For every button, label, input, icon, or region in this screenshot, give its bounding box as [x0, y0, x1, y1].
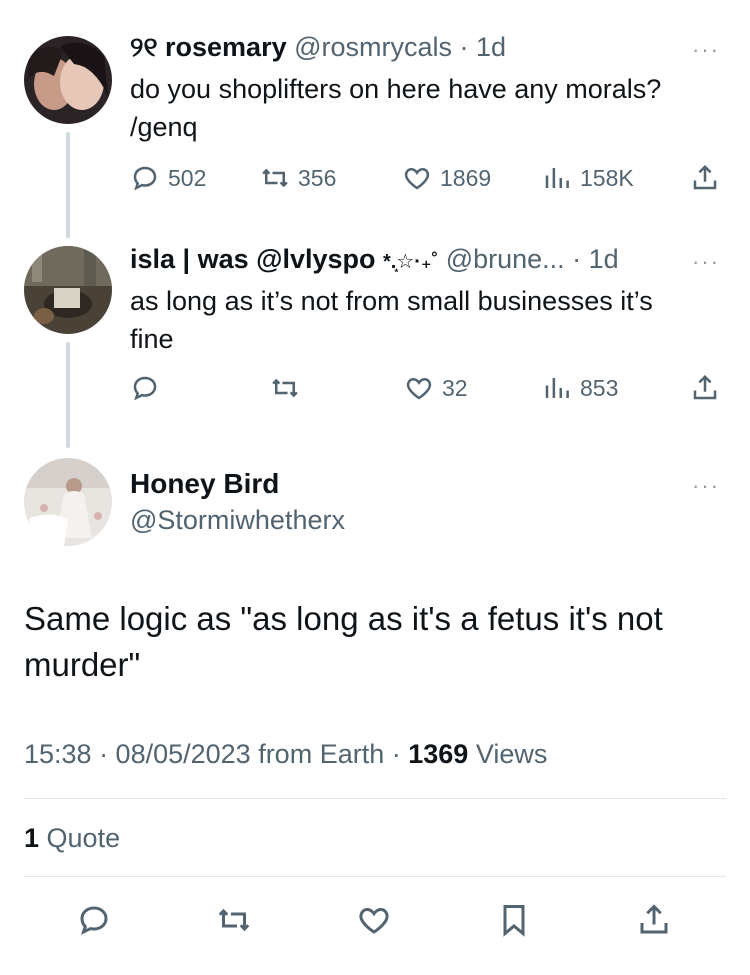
share-button[interactable]: [690, 368, 720, 408]
timestamp[interactable]: · 1d: [460, 32, 507, 62]
quotes-label: Quote: [39, 823, 121, 853]
views-count: 158K: [580, 164, 634, 191]
like-button[interactable]: 1869: [402, 158, 491, 198]
retweet-icon: [272, 378, 298, 398]
share-icon: [640, 904, 668, 934]
share-icon: [693, 164, 717, 190]
divider: [24, 876, 726, 877]
tweet-header: ୨୧ rosemary @rosmrycals · 1d: [130, 30, 506, 64]
more-icon[interactable]: ···: [692, 475, 720, 497]
tweet-text: Same logic as "as long as it's a fetus i…: [24, 600, 663, 683]
tweet-actions: 32 853: [130, 368, 730, 408]
tweet-actions: [0, 896, 750, 944]
share-button[interactable]: [690, 158, 720, 198]
reply-button[interactable]: [76, 896, 112, 944]
retweet-button[interactable]: [216, 896, 252, 944]
display-name[interactable]: isla | was @lvlyspo: [130, 244, 376, 274]
tweet-actions: 502 356 1869 158K: [130, 158, 730, 198]
bookmark-button[interactable]: [496, 896, 532, 944]
like-icon: [406, 377, 432, 400]
like-icon: [404, 167, 430, 190]
more-icon[interactable]: ···: [692, 39, 720, 61]
thread-line: [66, 132, 70, 238]
views-button[interactable]: 853: [542, 368, 618, 408]
name-decoration: *.͙☆·₊˚: [383, 251, 439, 273]
user-handle[interactable]: @Stormiwhetherx: [130, 502, 345, 538]
views-count: 853: [580, 374, 619, 401]
views-icon: [545, 168, 569, 188]
reply-button[interactable]: [130, 368, 168, 408]
like-count: 1869: [440, 164, 492, 191]
thread-line: [66, 342, 70, 448]
tweet-header: isla | was @lvlyspo *.͙☆·₊˚ @brune... · …: [130, 242, 619, 279]
retweet-icon: [218, 908, 250, 932]
retweet-count: 356: [298, 164, 337, 191]
user-handle[interactable]: @rosmrycals: [294, 32, 452, 62]
like-icon: [359, 907, 389, 934]
avatar[interactable]: [24, 246, 112, 334]
user-handle[interactable]: @brune...: [446, 244, 565, 274]
quotes-link[interactable]: 1 Quote: [24, 820, 120, 856]
like-count: 32: [442, 374, 468, 401]
retweet-button[interactable]: 356: [260, 158, 336, 198]
views-icon: [545, 378, 569, 398]
reply-icon: [133, 166, 157, 191]
reply-icon: [80, 906, 108, 935]
tweet-text: as long as it’s not from small businesse…: [130, 286, 653, 354]
views-count: 1369: [408, 739, 469, 769]
timestamp[interactable]: 15:38 · 08/05/2023 from Earth ·: [24, 739, 408, 769]
views-label: Views: [468, 739, 548, 769]
reply-icon: [133, 376, 157, 401]
display-name[interactable]: ୨୧ rosemary: [130, 32, 287, 62]
like-button[interactable]: [356, 896, 392, 944]
tweet-meta: 15:38 · 08/05/2023 from Earth · 1369 Vie…: [24, 736, 547, 772]
display-name[interactable]: Honey Bird: [130, 466, 279, 502]
like-button[interactable]: 32: [404, 368, 468, 408]
retweet-button[interactable]: [270, 368, 308, 408]
avatar[interactable]: [24, 36, 112, 124]
avatar[interactable]: [24, 458, 112, 546]
timestamp[interactable]: · 1d: [572, 244, 619, 274]
tweet-text: do you shoplifters on here have any mora…: [130, 74, 662, 142]
reply-count: 502: [168, 164, 207, 191]
retweet-icon: [262, 168, 288, 188]
reply-button[interactable]: 502: [130, 158, 206, 198]
views-button[interactable]: 158K: [542, 158, 634, 198]
divider: [24, 798, 726, 799]
share-icon: [693, 374, 717, 400]
more-icon[interactable]: ···: [692, 251, 720, 273]
share-button[interactable]: [636, 896, 672, 944]
bookmark-icon: [503, 905, 525, 937]
quotes-count: 1: [24, 823, 40, 853]
